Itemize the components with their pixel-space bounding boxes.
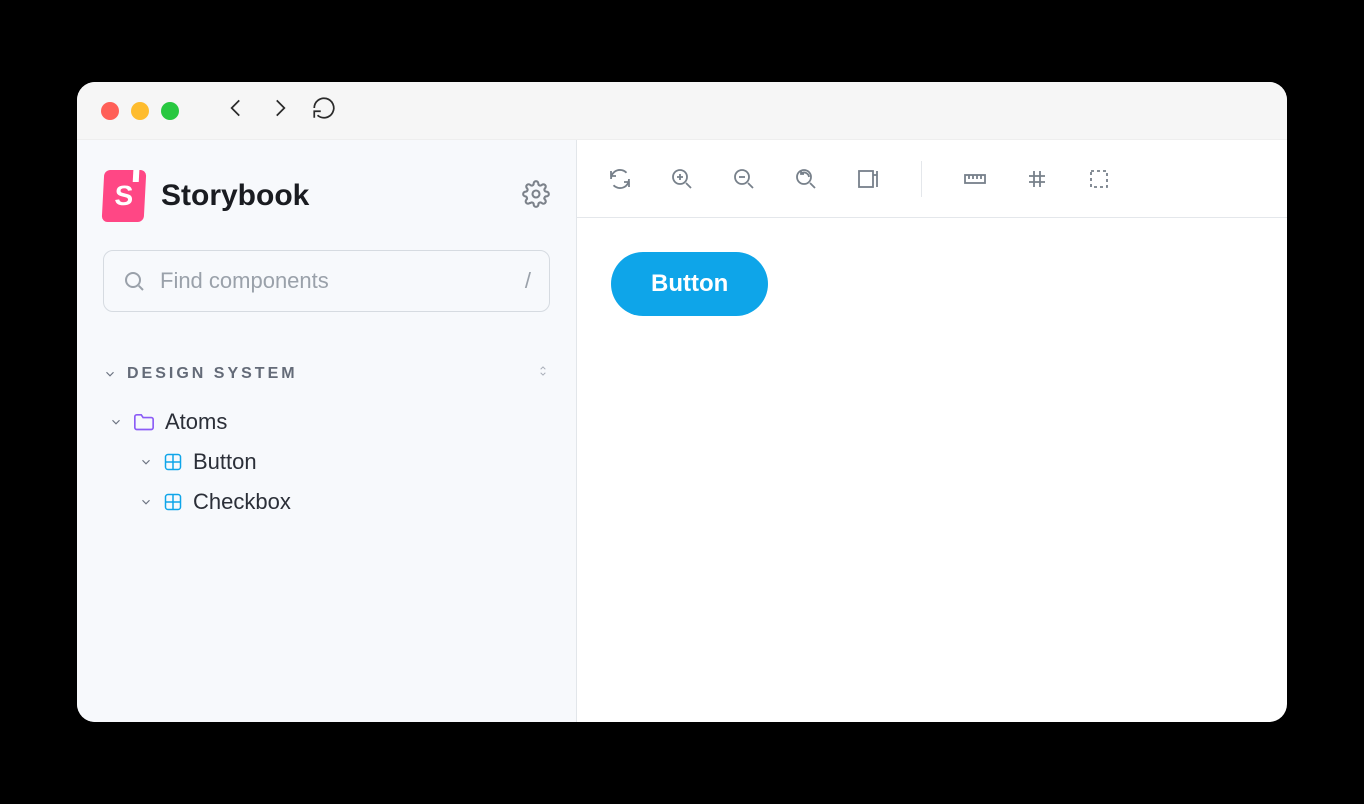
app-window: S Storybook / DESIGN SYSTEM [77, 82, 1287, 722]
maximize-window-button[interactable] [161, 102, 179, 120]
zoom-reset-button[interactable] [793, 166, 819, 192]
search-shortcut-hint: / [525, 268, 531, 294]
zoom-in-button[interactable] [669, 166, 695, 192]
measure-button[interactable] [962, 166, 988, 192]
tree: Atoms Button Checkbox [103, 409, 550, 515]
tree-item-button[interactable]: Button [103, 449, 550, 475]
zoom-in-icon [670, 167, 694, 191]
viewport-button[interactable] [855, 166, 881, 192]
minimize-window-button[interactable] [131, 102, 149, 120]
close-window-button[interactable] [101, 102, 119, 120]
search-box[interactable]: / [103, 250, 550, 312]
tree-label: Atoms [165, 409, 227, 435]
search-icon [122, 269, 146, 293]
section-header[interactable]: DESIGN SYSTEM [103, 362, 550, 385]
outline-icon [1087, 167, 1111, 191]
tree-folder-atoms[interactable]: Atoms [103, 409, 550, 435]
chevron-down-icon [139, 455, 153, 469]
sync-icon [608, 167, 632, 191]
sidebar: S Storybook / DESIGN SYSTEM [77, 140, 577, 722]
grid-button[interactable] [1024, 166, 1050, 192]
canvas: Button [577, 140, 1287, 722]
folder-icon [133, 413, 155, 431]
storybook-logo-icon: S [102, 170, 147, 222]
brand-name: Storybook [161, 179, 309, 213]
tree-item-checkbox[interactable]: Checkbox [103, 489, 550, 515]
titlebar [77, 82, 1287, 140]
brand-row: S Storybook [103, 170, 550, 222]
settings-button[interactable] [522, 180, 550, 213]
sync-button[interactable] [607, 166, 633, 192]
chevron-down-icon [109, 415, 123, 429]
chevron-down-icon [139, 495, 153, 509]
traffic-lights [101, 102, 179, 120]
content: S Storybook / DESIGN SYSTEM [77, 140, 1287, 722]
component-icon [163, 492, 183, 512]
search-input[interactable] [160, 268, 525, 294]
toolbar-separator [921, 161, 922, 197]
zoom-out-button[interactable] [731, 166, 757, 192]
brand: S Storybook [103, 170, 309, 222]
preview-area: Button [577, 218, 1287, 722]
zoom-out-icon [732, 167, 756, 191]
grid-icon [1025, 167, 1049, 191]
zoom-reset-icon [794, 167, 818, 191]
outline-button[interactable] [1086, 166, 1112, 192]
sort-button[interactable] [536, 362, 550, 385]
preview-button[interactable]: Button [611, 252, 768, 316]
chevron-up-down-icon [536, 362, 550, 380]
reload-button[interactable] [311, 95, 337, 126]
toolbar [577, 140, 1287, 218]
measure-icon [963, 167, 987, 191]
component-icon [163, 452, 183, 472]
section-title: DESIGN SYSTEM [127, 365, 298, 383]
gear-icon [522, 180, 550, 208]
tree-label: Checkbox [193, 489, 291, 515]
browser-nav [223, 95, 337, 126]
chevron-down-icon [103, 367, 117, 381]
viewport-icon [856, 167, 880, 191]
forward-button[interactable] [267, 95, 293, 126]
tree-label: Button [193, 449, 257, 475]
back-button[interactable] [223, 95, 249, 126]
